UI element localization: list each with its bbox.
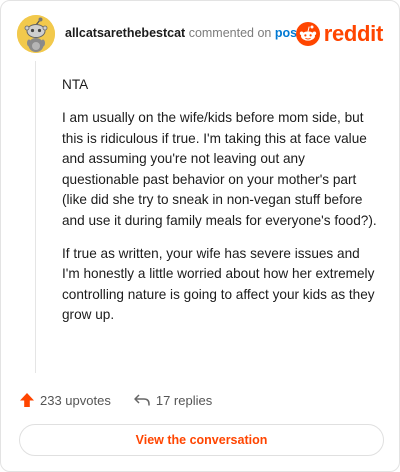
comment-paragraph: I am usually on the wife/kids before mom… bbox=[62, 110, 377, 228]
reddit-logo[interactable]: reddit bbox=[295, 20, 384, 48]
upvote-label: 233 upvotes bbox=[40, 392, 111, 408]
username-link[interactable]: allcatsarethebestcat bbox=[65, 26, 185, 40]
comment-body: NTA I am usually on the wife/kids before… bbox=[62, 75, 377, 338]
comment-meta: allcatsarethebestcat commented on post bbox=[65, 26, 301, 40]
reddit-logo-icon bbox=[295, 22, 320, 46]
reply-count[interactable]: 17 replies bbox=[133, 393, 212, 408]
upvote-arrow-icon bbox=[20, 393, 34, 407]
action-text: commented on bbox=[188, 26, 272, 40]
reddit-wordmark: reddit bbox=[323, 21, 384, 46]
user-avatar[interactable] bbox=[17, 15, 55, 53]
comment-embed-card: allcatsarethebestcat commented on post r… bbox=[0, 0, 400, 472]
snoo-avatar-icon bbox=[17, 15, 55, 53]
reply-label: 17 replies bbox=[155, 392, 213, 408]
comment-paragraph: NTA bbox=[62, 77, 89, 92]
upvote-count[interactable]: 233 upvotes bbox=[19, 392, 111, 408]
comment-header: allcatsarethebestcat commented on post r… bbox=[17, 15, 383, 53]
thread-line bbox=[35, 61, 36, 373]
reply-arrow-icon bbox=[134, 394, 150, 406]
comment-stats: 233 upvotes 17 replies bbox=[19, 389, 212, 411]
comment-paragraph: If true as written, your wife has severe… bbox=[62, 245, 375, 323]
view-conversation-button[interactable]: View the conversation bbox=[19, 424, 384, 456]
